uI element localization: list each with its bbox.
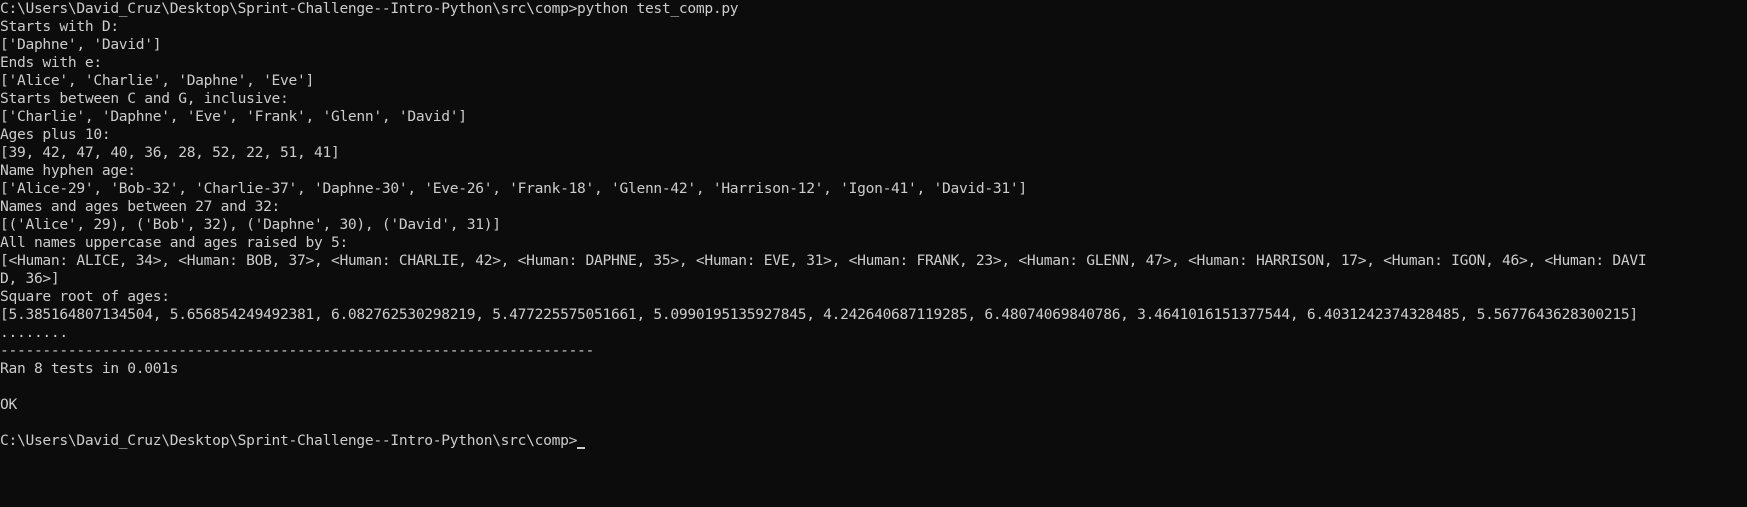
output-label-names-ages-between: Names and ages between 27 and 32: bbox=[0, 198, 281, 215]
output-label-ends-with-e: Ends with e: bbox=[0, 54, 102, 71]
output-value-names-ages-between: [('Alice', 29), ('Bob', 32), ('Daphne', … bbox=[0, 216, 501, 233]
output-label-ages-plus-10: Ages plus 10: bbox=[0, 126, 111, 143]
output-value-square-root: [5.385164807134504, 5.656854249492381, 6… bbox=[0, 306, 1638, 323]
output-value-uppercase-wrap: D, 36>] bbox=[0, 270, 60, 287]
test-progress-dots: ........ bbox=[0, 324, 68, 341]
output-value-ends-with-e: ['Alice', 'Charlie', 'Daphne', 'Eve'] bbox=[0, 72, 314, 89]
prompt-text: C:\Users\David_Cruz\Desktop\Sprint-Chall… bbox=[0, 432, 578, 449]
output-label-name-hyphen-age: Name hyphen age: bbox=[0, 162, 136, 179]
prompt-line[interactable]: C:\Users\David_Cruz\Desktop\Sprint-Chall… bbox=[0, 432, 1747, 450]
test-result-status: OK bbox=[0, 396, 17, 413]
command-line: C:\Users\David_Cruz\Desktop\Sprint-Chall… bbox=[0, 0, 739, 17]
output-value-ages-plus-10: [39, 42, 47, 40, 36, 28, 52, 22, 51, 41] bbox=[0, 144, 340, 161]
test-summary: Ran 8 tests in 0.001s bbox=[0, 360, 179, 377]
test-separator: ----------------------------------------… bbox=[0, 342, 595, 359]
output-label-square-root: Square root of ages: bbox=[0, 288, 170, 305]
output-value-name-hyphen-age: ['Alice-29', 'Bob-32', 'Charlie-37', 'Da… bbox=[0, 180, 1027, 197]
output-label-starts-between: Starts between C and G, inclusive: bbox=[0, 90, 289, 107]
output-value-starts-between: ['Charlie', 'Daphne', 'Eve', 'Frank', 'G… bbox=[0, 108, 467, 125]
output-label-uppercase: All names uppercase and ages raised by 5… bbox=[0, 234, 348, 251]
output-label-starts-with-d: Starts with D: bbox=[0, 18, 119, 35]
output-value-starts-with-d: ['Daphne', 'David'] bbox=[0, 36, 162, 53]
text-cursor bbox=[577, 447, 586, 449]
console-window[interactable]: C:\Users\David_Cruz\Desktop\Sprint-Chall… bbox=[0, 0, 1747, 507]
output-value-uppercase: [<Human: ALICE, 34>, <Human: BOB, 37>, <… bbox=[0, 252, 1647, 269]
